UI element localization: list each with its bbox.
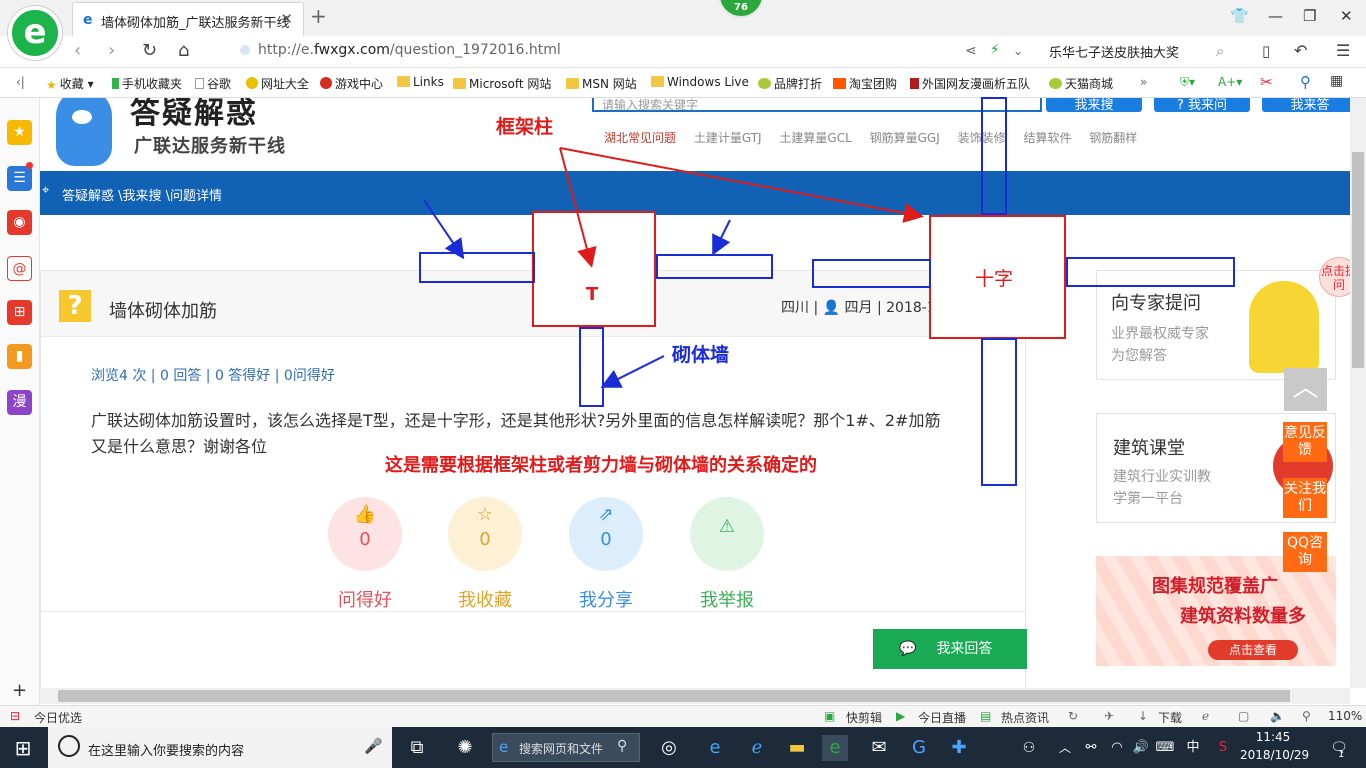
browser-logo[interactable]: e <box>8 6 62 60</box>
t-right-wall-box <box>656 254 773 279</box>
speaker-icon[interactable]: 🔈 <box>1270 709 1285 723</box>
t-label: T <box>586 284 599 305</box>
ime-indicator[interactable]: 中 <box>1180 735 1206 761</box>
vertical-scroll-thumb[interactable] <box>1352 152 1364 368</box>
ie-icon: e <box>499 738 509 756</box>
zoom-level[interactable]: 110% <box>1328 709 1362 723</box>
notification-count: 1 <box>1338 749 1345 760</box>
horizontal-scroll-thumb[interactable] <box>58 690 1290 702</box>
t-left-wall-box <box>419 252 535 283</box>
cross-bottom-wall-box <box>981 338 1017 486</box>
pinwheel-icon[interactable]: ✺ <box>452 735 478 761</box>
status-quick-edit[interactable]: 快剪辑 <box>846 709 882 726</box>
ie-icon[interactable]: ℯ <box>744 735 770 761</box>
refresh-icon[interactable]: ↻ <box>1068 709 1078 723</box>
t-bottom-wall-box <box>579 327 604 407</box>
frame-arrow-cross <box>559 147 924 223</box>
live-icon: ▶ <box>896 709 906 723</box>
wall-arrow-bottom <box>600 355 665 388</box>
network-icon[interactable]: ⚯ <box>1078 735 1104 761</box>
ie-icon[interactable]: ℯ <box>1202 709 1209 723</box>
app-plus-icon[interactable]: ✚ <box>946 735 972 761</box>
t-column-box <box>532 211 656 327</box>
mail-icon[interactable]: ✉ <box>866 735 892 761</box>
download-icon: ↓ <box>1138 709 1149 723</box>
explanation-note: 这是需要根据框架柱或者剪力墙与砌体墙的关系确定的 <box>385 455 817 476</box>
taskbar: ⊞ 在这里输入你要搜索的内容 🎤 ⧉ ✺ e 搜索网页和文件 ⚲ ◎ e ℯ ▬… <box>0 727 1366 768</box>
edge-icon[interactable]: e <box>702 735 728 761</box>
wall-arrow-right <box>712 219 731 256</box>
web-search-placeholder: 搜索网页和文件 <box>519 742 604 756</box>
annotation-overlay <box>419 97 1235 486</box>
cross-top-wall-box <box>981 97 1007 215</box>
cortana-icon <box>58 735 80 757</box>
clock-date[interactable]: 2018/10/29 <box>1240 748 1309 762</box>
cross-label: 十字 <box>975 268 1014 290</box>
window-icon[interactable]: ▢ <box>1238 709 1249 723</box>
microphone-icon[interactable]: 🎤 <box>364 737 383 755</box>
zoom-icon: ⚲ <box>1302 709 1311 723</box>
status-today-picks[interactable]: 今日优选 <box>34 709 82 726</box>
web-search-box[interactable]: e 搜索网页和文件 ⚲ <box>492 733 640 762</box>
cross-right-wall-box <box>1066 257 1235 287</box>
status-hot-news[interactable]: 热点资讯 <box>1001 709 1049 726</box>
taskbar-search[interactable]: 在这里输入你要搜索的内容 🎤 <box>48 727 392 768</box>
people-icon[interactable]: ⚇ <box>1016 735 1042 761</box>
gift-icon: ⊟ <box>10 709 21 723</box>
browser-taskbar-icon[interactable]: e <box>822 735 848 761</box>
tray-chevron-icon[interactable]: ︿ <box>1052 735 1078 761</box>
status-download[interactable]: 下载 <box>1158 709 1182 726</box>
search-icon: ⚲ <box>617 738 628 754</box>
clip-icon: ▣ <box>824 709 836 723</box>
wall-arrow-left <box>423 199 465 260</box>
cross-left-wall-box <box>812 259 931 288</box>
clock-time[interactable]: 11:45 <box>1246 730 1300 744</box>
sogou-icon[interactable]: S <box>1210 735 1236 761</box>
status-bar: ⊟ 今日优选 ▣ 快剪辑 ▶ 今日直播 ▤ 热点资讯 ↻ ✈ ↓ 下载 ℯ ▢ … <box>0 705 1366 727</box>
frame-column-label: 框架柱 <box>496 116 554 138</box>
file-explorer-icon[interactable]: ▬ <box>784 735 810 761</box>
wifi-icon[interactable]: ◠ <box>1104 735 1130 761</box>
status-live[interactable]: 今日直播 <box>918 709 966 726</box>
keyboard-icon[interactable]: ⌨ <box>1152 735 1178 761</box>
news-icon: ▤ <box>980 709 992 723</box>
glodon-icon[interactable]: G <box>906 735 932 761</box>
windows-start-icon[interactable]: ⊞ <box>10 735 36 761</box>
taskbar-search-placeholder: 在这里输入你要搜索的内容 <box>88 744 245 759</box>
volume-icon[interactable]: 🔊 <box>1128 735 1154 761</box>
masonry-wall-label: 砌体墙 <box>672 344 730 366</box>
chrome-icon[interactable]: ◎ <box>656 735 682 761</box>
task-view-icon[interactable]: ⧉ <box>404 735 430 761</box>
pin-icon[interactable]: ✈ <box>1104 709 1114 723</box>
